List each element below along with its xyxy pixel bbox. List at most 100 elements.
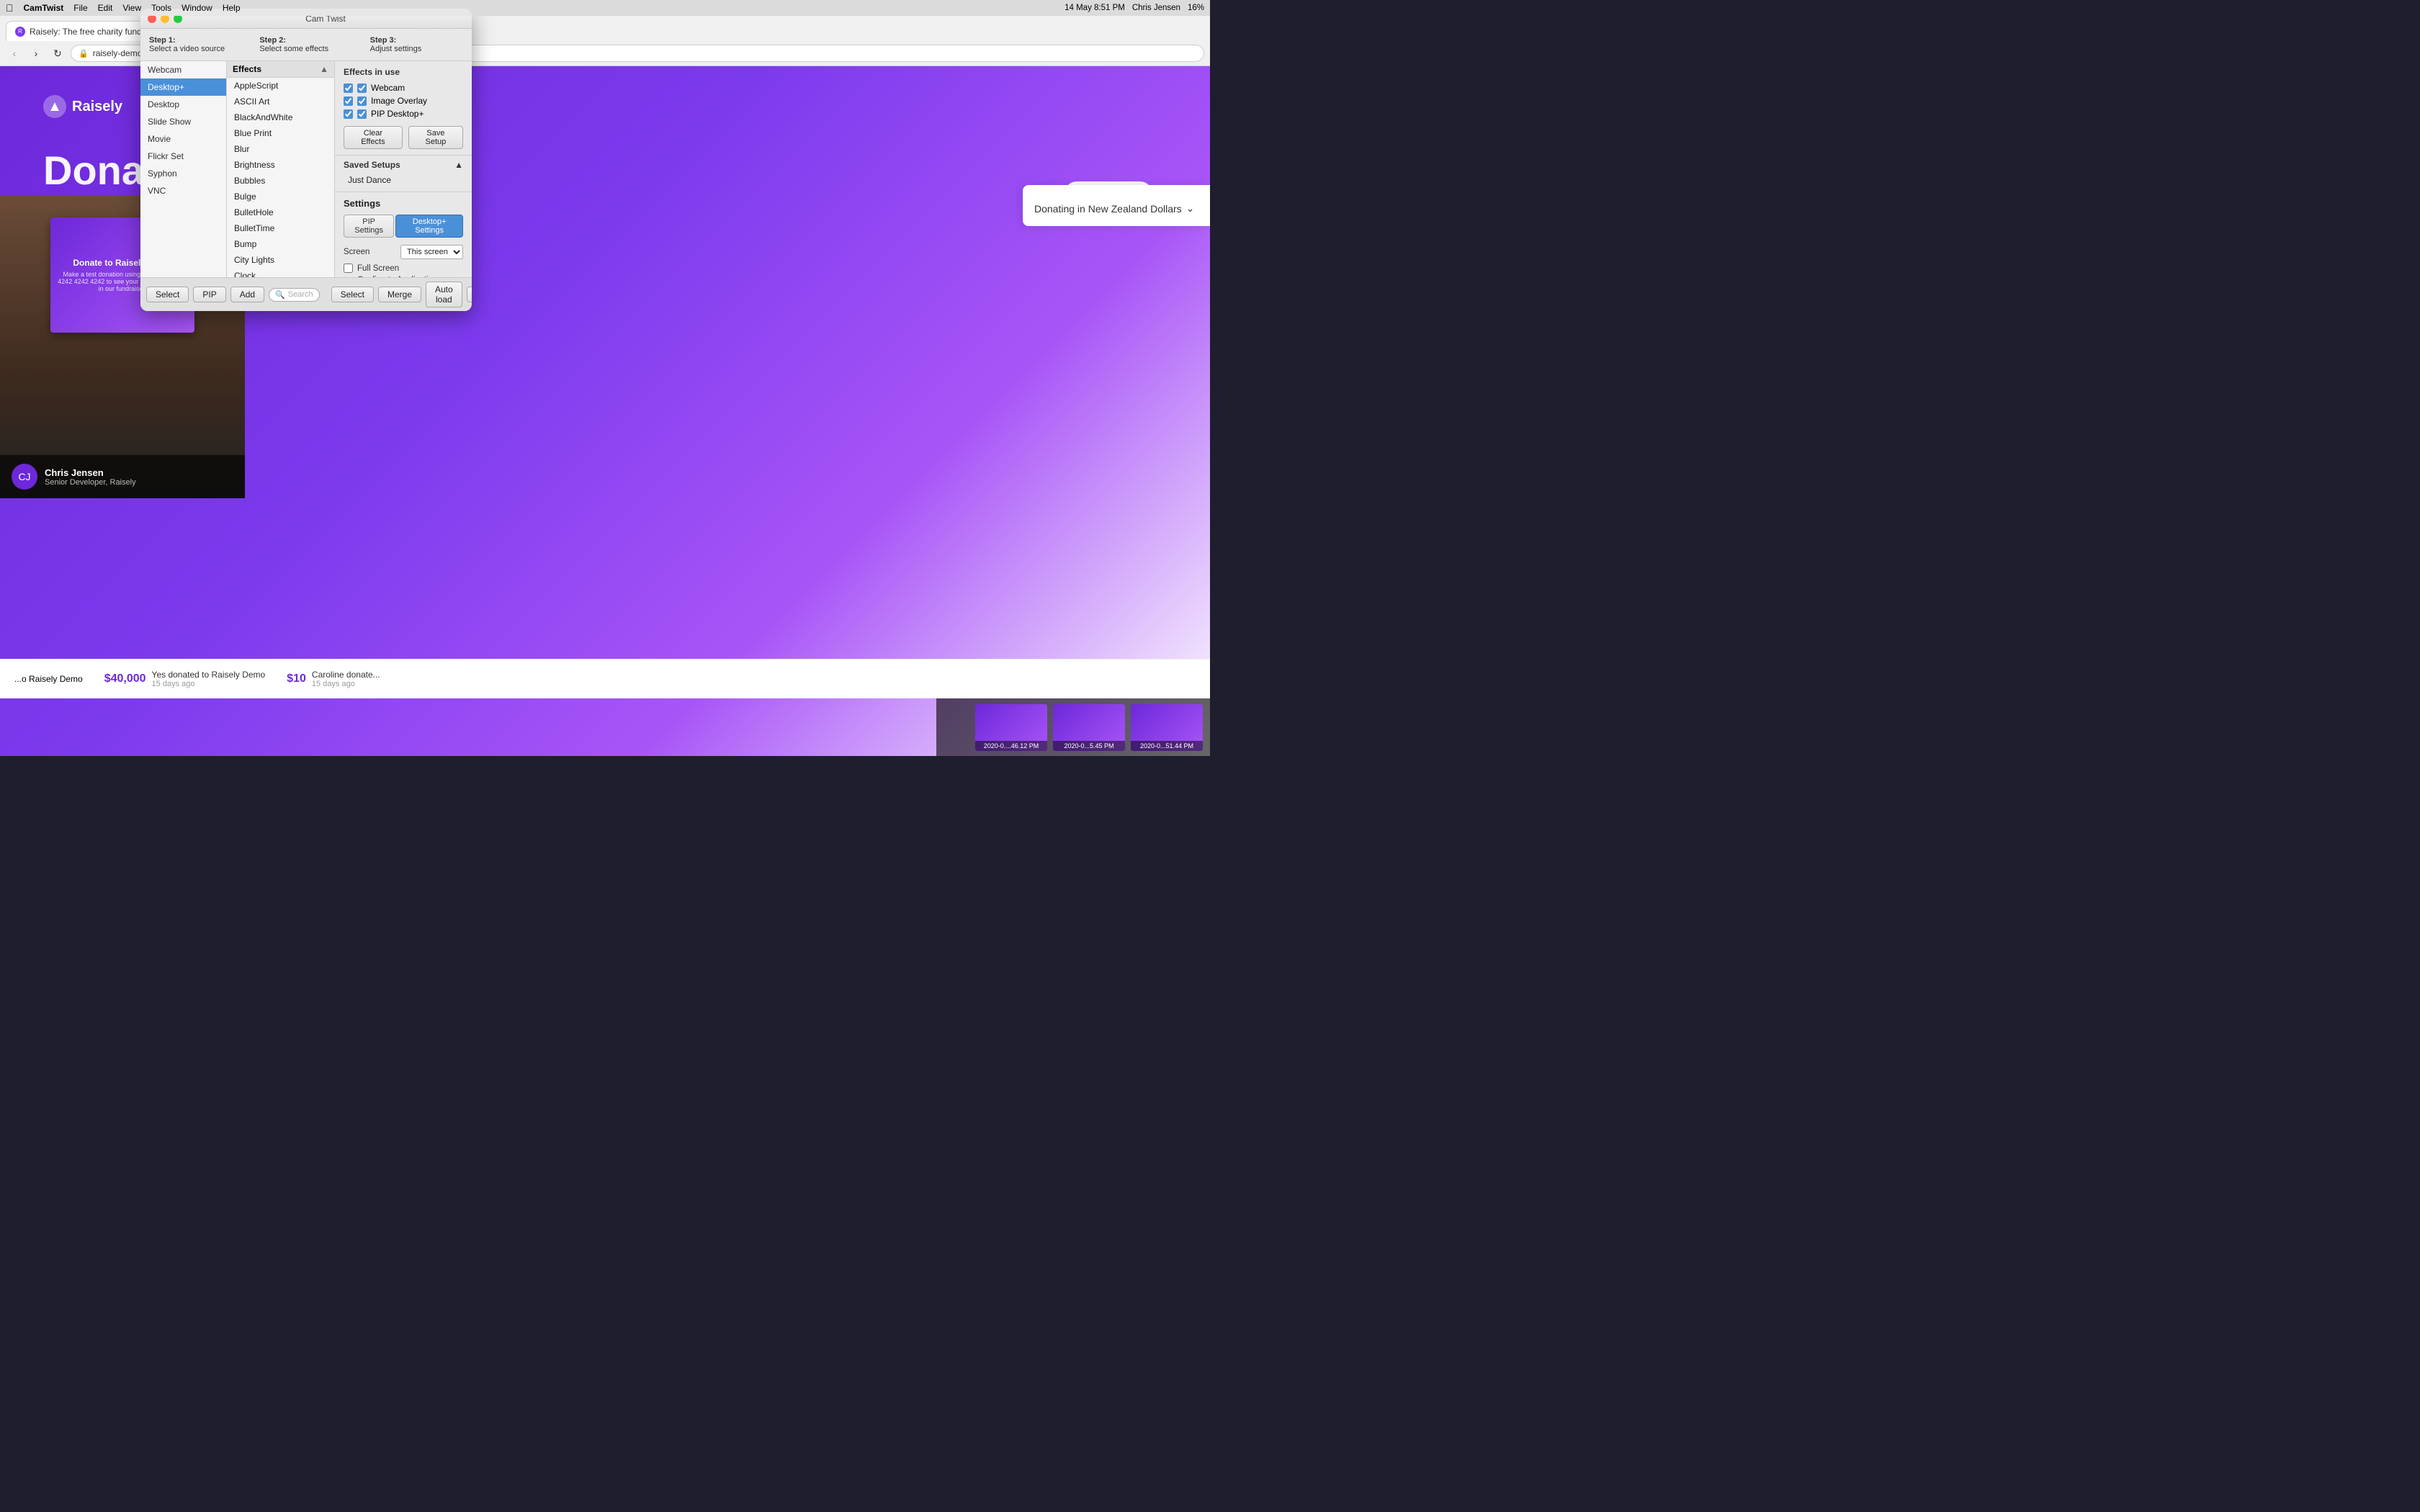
effect-blue-print[interactable]: Blue Print xyxy=(227,125,334,141)
fullscreen-label: Full Screen xyxy=(357,264,399,273)
screenshot-label-3: 2020-0...51.44 PM xyxy=(1131,741,1203,751)
effect-bullethole[interactable]: BulletHole xyxy=(227,204,334,220)
pip-settings-tab[interactable]: PIP Settings xyxy=(344,215,394,238)
effect-overlay-checkbox2[interactable] xyxy=(357,96,367,106)
effect-blackandwhite[interactable]: BlackAndWhite xyxy=(227,109,334,125)
effect-applescript[interactable]: AppleScript xyxy=(227,78,334,94)
back-button[interactable]: ‹ xyxy=(6,45,23,62)
menu-view[interactable]: View xyxy=(122,3,141,13)
effect-row-overlay: Image Overlay xyxy=(344,94,463,107)
source-desktop[interactable]: Desktop xyxy=(140,96,226,113)
save-setup-button[interactable]: Save Setup xyxy=(408,126,463,149)
effects-in-use-title: Effects in use xyxy=(344,67,463,77)
activity-strip: ...o Raisely Demo $40,000 Yes donated to… xyxy=(0,659,1210,698)
activity-time-1: 15 days ago xyxy=(152,680,266,688)
screen-select[interactable]: This screen xyxy=(400,245,463,259)
activity-item-2: $10 Caroline donate... 15 days ago xyxy=(287,670,380,688)
menubar-right: 14 May 8:51 PM Chris Jensen 16% xyxy=(1065,4,1204,12)
fullscreen-row: Full Screen xyxy=(344,264,463,273)
toolbar-auto-load-button[interactable]: Auto load xyxy=(426,282,462,307)
saved-setups-header: Saved Setups ▲ xyxy=(344,160,463,170)
effect-clock[interactable]: Clock xyxy=(227,268,334,277)
lock-icon: 🔒 xyxy=(79,49,89,58)
effect-bubbles[interactable]: Bubbles xyxy=(227,173,334,189)
tab-favicon: R xyxy=(15,27,25,37)
webcam-title: Senior Developer, Raisely xyxy=(45,478,136,487)
menu-file[interactable]: File xyxy=(73,3,87,13)
step3-col: Step 3: Adjust settings xyxy=(362,33,472,56)
menubar:  CamTwist File Edit View Tools Window H… xyxy=(0,0,1210,16)
forward-button[interactable]: › xyxy=(27,45,45,62)
step3-label: Step 3: xyxy=(370,36,463,45)
effect-pip-checkbox2[interactable] xyxy=(357,109,367,119)
raisely-logo-icon: ▲ xyxy=(43,95,66,118)
nzd-label: Donating in New Zealand Dollars xyxy=(1034,203,1182,215)
effect-bullettime[interactable]: BulletTime xyxy=(227,220,334,236)
effect-webcam-checkbox[interactable] xyxy=(344,84,353,93)
activity-time-2: 15 days ago xyxy=(312,680,380,688)
camtwist-window: Cam Twist Step 1: Select a video source … xyxy=(140,9,472,311)
activity-text-1: Yes donated to Raisely Demo xyxy=(152,670,266,680)
effect-webcam-label: Webcam xyxy=(371,83,405,93)
clear-effects-button[interactable]: Clear Effects xyxy=(344,126,403,149)
effect-ascii-art[interactable]: ASCII Art xyxy=(227,94,334,109)
step1-label: Step 1: xyxy=(149,36,242,45)
nzd-selector[interactable]: Donating in New Zealand Dollars ⌄ xyxy=(1034,202,1198,215)
effect-bump[interactable]: Bump xyxy=(227,236,334,252)
saved-setups-collapse-icon: ▲ xyxy=(454,160,463,170)
toolbar-merge-button[interactable]: Merge xyxy=(378,287,421,302)
step2-label: Step 2: xyxy=(259,36,352,45)
effects-collapse-btn[interactable]: ▲ xyxy=(320,64,328,74)
menu-datetime: 14 May 8:51 PM xyxy=(1065,4,1125,12)
activity-text-2: Caroline donate... xyxy=(312,670,380,680)
apple-menu[interactable]:  xyxy=(6,2,14,14)
menu-camtwist[interactable]: CamTwist xyxy=(24,3,64,13)
desktop-settings-tab[interactable]: Desktop+ Settings xyxy=(395,215,463,238)
toolbar-search-box[interactable]: 🔍 Search xyxy=(269,288,320,302)
effect-overlay-checkbox[interactable] xyxy=(344,96,353,106)
toolbar-pip-button[interactable]: PIP xyxy=(193,287,225,302)
webcam-info: Chris Jensen Senior Developer, Raisely xyxy=(45,467,136,487)
effect-bulge[interactable]: Bulge xyxy=(227,189,334,204)
menu-edit[interactable]: Edit xyxy=(98,3,113,13)
menu-battery: 16% xyxy=(1188,4,1204,12)
source-desktop-plus[interactable]: Desktop+ xyxy=(140,78,226,96)
activity-item-1: $40,000 Yes donated to Raisely Demo 15 d… xyxy=(104,670,266,688)
menu-window[interactable]: Window xyxy=(182,3,212,13)
menu-user: Chris Jensen xyxy=(1132,4,1180,12)
source-slide-show[interactable]: Slide Show xyxy=(140,113,226,130)
clear-save-buttons: Clear Effects Save Setup xyxy=(344,126,463,149)
search-placeholder: Search xyxy=(288,290,313,299)
menu-help[interactable]: Help xyxy=(223,3,241,13)
toolbar-select2-button[interactable]: Select xyxy=(331,287,374,302)
toolbar-minus-button[interactable]: - xyxy=(467,287,472,302)
source-vnc[interactable]: VNC xyxy=(140,182,226,199)
reload-button[interactable]: ↻ xyxy=(49,45,66,62)
screenshot-thumb-3: 2020-0...51.44 PM xyxy=(1131,704,1203,751)
source-syphon[interactable]: Syphon xyxy=(140,165,226,182)
toolbar-add-button[interactable]: Add xyxy=(230,287,264,302)
source-flickr-set[interactable]: Flickr Set xyxy=(140,148,226,165)
activity-amount-2: $10 xyxy=(287,672,306,685)
screenshot-label-2: 2020-0...5.45 PM xyxy=(1053,741,1125,751)
effect-city-lights[interactable]: City Lights xyxy=(227,252,334,268)
saved-setups-title: Saved Setups xyxy=(344,160,400,170)
toolbar-select-button[interactable]: Select xyxy=(146,287,189,302)
screenshot-label-1: 2020-0....46.12 PM xyxy=(975,741,1047,751)
menu-tools[interactable]: Tools xyxy=(151,3,171,13)
effect-blur[interactable]: Blur xyxy=(227,141,334,157)
raisely-logo-text: Raisely xyxy=(72,99,122,115)
menubar-left:  CamTwist File Edit View Tools Window H… xyxy=(6,2,241,14)
fullscreen-checkbox[interactable] xyxy=(344,264,353,273)
source-movie[interactable]: Movie xyxy=(140,130,226,148)
nzd-chevron-icon: ⌄ xyxy=(1186,202,1195,215)
saved-item-just-dance[interactable]: Just Dance xyxy=(344,173,463,187)
settings-panel: Settings PIP Settings Desktop+ Settings … xyxy=(335,192,472,277)
effect-webcam-checkbox2[interactable] xyxy=(357,84,367,93)
effect-overlay-label: Image Overlay xyxy=(371,96,427,106)
activity-amount-1: $40,000 xyxy=(104,672,146,685)
effect-brightness[interactable]: Brightness xyxy=(227,157,334,173)
screenshot-thumb-1: 2020-0....46.12 PM xyxy=(975,704,1047,751)
source-webcam[interactable]: Webcam xyxy=(140,61,226,78)
effect-pip-checkbox[interactable] xyxy=(344,109,353,119)
